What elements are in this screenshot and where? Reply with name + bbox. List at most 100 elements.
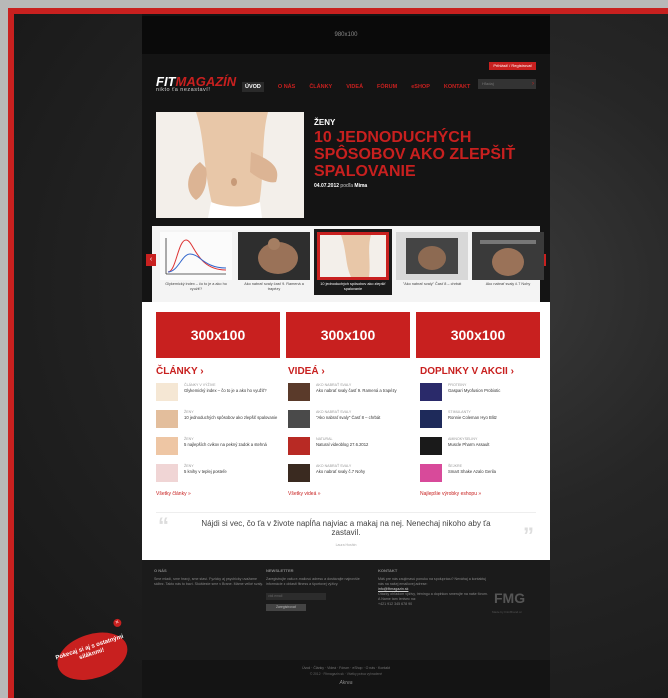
item-title: "Ako nabrať svaly" Časť 8 – chrbát bbox=[316, 415, 381, 421]
list-item[interactable]: ŽENY 5 najlepších cvikov na pekný zadok a… bbox=[156, 437, 282, 461]
nav-item-home[interactable]: ÚVOD bbox=[242, 82, 264, 92]
item-title: Natural videoblog 27.6.2012 bbox=[316, 442, 369, 448]
hero-author[interactable]: Mima bbox=[354, 183, 367, 189]
item-thumbnail bbox=[288, 383, 310, 401]
supplements-more-link[interactable]: Najlepšie výrobky eshopu » bbox=[420, 491, 546, 497]
ad-banner[interactable]: 300x100 bbox=[416, 312, 540, 358]
item-thumbnail bbox=[420, 437, 442, 455]
articles-title[interactable]: ČLÁNKY › bbox=[156, 366, 282, 377]
slide-caption: Ako nabrať svaly č.7 Nohy bbox=[485, 282, 531, 286]
list-item[interactable]: AKO NABRAŤ SVALY "Ako nabrať svaly" Časť … bbox=[288, 410, 414, 434]
main-nav: ÚVOD O NÁS ČLÁNKY VIDEÁ FÓRUM eSHOP KONT… bbox=[242, 82, 470, 92]
item-thumbnail bbox=[156, 437, 178, 455]
videos-more-link[interactable]: Všetky videá » bbox=[288, 491, 414, 497]
supplements-title[interactable]: DOPLNKY V AKCII › bbox=[420, 366, 546, 377]
hero-image[interactable] bbox=[156, 112, 304, 218]
hero-date: 04.07.2012 bbox=[314, 183, 340, 189]
nav-item-contact[interactable]: KONTAKT bbox=[444, 84, 470, 90]
newsletter-subscribe-button[interactable]: Zaregistrovať bbox=[266, 604, 306, 611]
item-title: Glykemický index – čo to je a ako ho vyu… bbox=[184, 388, 267, 394]
item-title: Muscle Pharm Assault bbox=[448, 442, 490, 448]
item-title: Gaspari Myofusion Probiotic bbox=[448, 388, 501, 394]
hero-by-label: podľa bbox=[340, 183, 354, 189]
bottom-links[interactable]: Úvod · Články · Videá · Fórum · eShop · … bbox=[142, 666, 550, 670]
footer-newsletter-title: NEWSLETTER bbox=[266, 568, 294, 573]
slide-thumbnail bbox=[160, 232, 232, 280]
quote-text: Nájdi si vec, čo ťa v živote napĺňa najv… bbox=[201, 519, 491, 537]
nav-item-videos[interactable]: VIDEÁ bbox=[346, 84, 363, 90]
ad-banner[interactable]: 300x100 bbox=[156, 312, 280, 358]
ad-banner[interactable]: 300x100 bbox=[286, 312, 410, 358]
videos-column: VIDEÁ › AKO NABRAŤ SVALY Ako nabrať svaly… bbox=[288, 366, 414, 497]
hero-meta: 04.07.2012 podľa Mima bbox=[314, 183, 538, 189]
footer-newsletter-text: Zaregistrujte vašu e-mailovú adresu a do… bbox=[266, 577, 360, 586]
list-item[interactable]: STIMULANTY Ronnie Coleman Hyo Blitz bbox=[420, 410, 546, 434]
nav-item-articles[interactable]: ČLÁNKY bbox=[309, 84, 332, 90]
list-item[interactable]: ŽENY 5 knihy v teplej posteľe bbox=[156, 464, 282, 488]
videos-title[interactable]: VIDEÁ › bbox=[288, 366, 414, 377]
search-go-icon[interactable]: › bbox=[532, 79, 534, 89]
bottom-bar: Úvod · Články · Videá · Fórum · eShop · … bbox=[142, 666, 550, 686]
hero-category[interactable]: ŽENY bbox=[314, 118, 538, 127]
screenshot-frame: 980x100 Prihlásiť / Registrovať FITMAGAZ… bbox=[8, 8, 668, 698]
slide-caption: 10 jednoduchých spôsobov ako zlepšiť spa… bbox=[320, 282, 386, 291]
list-item[interactable]: AKO NABRAŤ SVALY Ako nabrať svaly časť 9.… bbox=[288, 383, 414, 407]
footer-contact-phone: +421 912 345 678 90 bbox=[378, 602, 413, 606]
hero-title[interactable]: 10 JEDNODUCHÝCH SPÔSOBOV AKO ZLEPŠIŤ SPA… bbox=[314, 129, 538, 180]
slide-thumbnail bbox=[238, 232, 310, 280]
footer-about-title: O NÁS bbox=[154, 568, 167, 573]
chat-promo-badge[interactable]: Pokecaj si aj s ostatnými siláknmi! × bbox=[51, 617, 136, 698]
articles-more-link[interactable]: Všetky články » bbox=[156, 491, 282, 497]
footer-contact-title: KONTAKT bbox=[378, 568, 398, 573]
featured-carousel: ‹ › Glykemický index – čo to je a ako ho… bbox=[146, 226, 546, 302]
agency-logo[interactable]: Akrea bbox=[142, 680, 550, 686]
item-title: Smart Shake Azalo Gerila bbox=[448, 469, 496, 475]
carousel-slide[interactable]: "Ako nabrať svaly" Časť 8 – chrbát bbox=[396, 232, 468, 287]
carousel-slide[interactable]: Ako nabrať svaly č.7 Nohy bbox=[472, 232, 544, 287]
login-register-button[interactable]: Prihlásiť / Registrovať bbox=[489, 62, 536, 70]
item-thumbnail bbox=[156, 410, 178, 428]
item-thumbnail bbox=[420, 464, 442, 482]
fmg-logo[interactable]: FMG bbox=[494, 590, 525, 606]
slide-thumbnail bbox=[317, 232, 389, 280]
list-item[interactable]: ŠEJKRE Smart Shake Azalo Gerila bbox=[420, 464, 546, 488]
carousel-slide[interactable]: Ako nabrať svaly časť 9. Ramená a trapéz… bbox=[238, 232, 310, 292]
item-title: Ako nabrať svaly časť 9. Ramená a trapéz… bbox=[316, 388, 397, 394]
close-icon[interactable]: × bbox=[112, 617, 123, 628]
item-thumbnail bbox=[288, 410, 310, 428]
footer-contact: KONTAKT Máš pre nás zaujímavú ponuku na … bbox=[378, 568, 488, 607]
nav-item-eshop[interactable]: eSHOP bbox=[411, 84, 430, 90]
list-item[interactable]: AMINOKYSELINY Muscle Pharm Assault bbox=[420, 437, 546, 461]
carousel-slide[interactable]: Glykemický index – čo to je a ako ho vyu… bbox=[160, 232, 232, 292]
list-item[interactable]: ČLÁNKY V VÝŽIVE Glykemický index – čo to … bbox=[156, 383, 282, 407]
item-thumbnail bbox=[420, 410, 442, 428]
nav-item-forum[interactable]: FÓRUM bbox=[377, 84, 397, 90]
footer-about: O NÁS Sme mladí, sme hravý, sme staví. F… bbox=[154, 568, 264, 587]
item-thumbnail bbox=[288, 464, 310, 482]
carousel-slide-active[interactable]: 10 jednoduchých spôsobov ako zlepšiť spa… bbox=[314, 229, 392, 295]
site-logo[interactable]: FITMAGAZÍN nikto ťa nezastaví! bbox=[156, 74, 240, 100]
top-ad-banner[interactable]: 980x100 bbox=[142, 16, 550, 54]
slide-thumbnail bbox=[472, 232, 544, 280]
slide-thumbnail bbox=[396, 232, 468, 280]
fmg-subtitle: Made by FitmBrand.cc bbox=[492, 610, 523, 614]
footer-about-text: Sme mladí, sme hravý, sme staví. Fyzicky… bbox=[154, 577, 263, 586]
list-item[interactable]: AKO NABRAŤ SVALY Ako nabrať svaly č.7 Noh… bbox=[288, 464, 414, 488]
item-thumbnail bbox=[288, 437, 310, 455]
quote-author: Laura Hoshin bbox=[335, 543, 357, 547]
list-item[interactable]: ŽENY 10 jednoduchých spôsobov ako zlepšiť… bbox=[156, 410, 282, 434]
page: 980x100 Prihlásiť / Registrovať FITMAGAZ… bbox=[142, 14, 550, 698]
search-input[interactable]: Hľadaj › bbox=[478, 79, 536, 89]
carousel-prev-icon[interactable]: ‹ bbox=[146, 254, 156, 266]
search-placeholder: Hľadaj bbox=[482, 81, 494, 86]
open-quote-icon: “ bbox=[158, 513, 169, 538]
nav-item-about[interactable]: O NÁS bbox=[278, 84, 295, 90]
articles-column: ČLÁNKY › ČLÁNKY V VÝŽIVE Glykemický index… bbox=[156, 366, 282, 497]
item-title: Ronnie Coleman Hyo Blitz bbox=[448, 415, 497, 421]
list-item[interactable]: PROTEINY Gaspari Myofusion Probiotic bbox=[420, 383, 546, 407]
newsletter-email-input[interactable]: váš email bbox=[266, 593, 326, 600]
slide-caption: Ako nabrať svaly časť 9. Ramená a trapéz… bbox=[244, 282, 304, 291]
hero-text: ŽENY 10 JEDNODUCHÝCH SPÔSOBOV AKO ZLEPŠI… bbox=[314, 118, 538, 189]
list-item[interactable]: NATURAL Natural videoblog 27.6.2012 bbox=[288, 437, 414, 461]
item-title: Ako nabrať svaly č.7 Nohy bbox=[316, 469, 366, 475]
